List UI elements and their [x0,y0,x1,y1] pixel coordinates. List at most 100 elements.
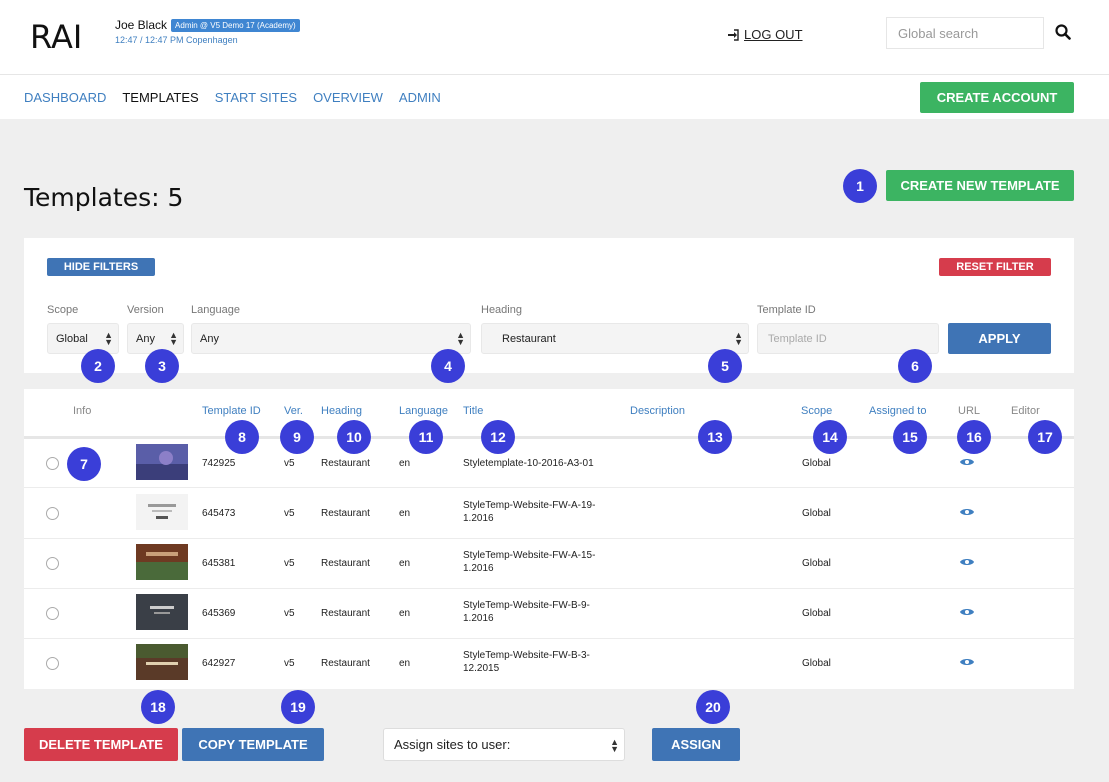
cell-title: StyleTemp-Website-FW-A-19- [463,500,596,511]
nav-dashboard[interactable]: DASHBOARD [24,90,106,105]
annotation-marker: 7 [67,447,101,481]
template-id-label: Template ID [757,304,816,316]
apply-button[interactable]: APPLY [948,323,1051,354]
row-radio[interactable] [46,457,59,470]
row-divider [24,588,1074,589]
cell-scope: Global [802,508,831,519]
cell-title: StyleTemp-Website-FW-B-9- [463,600,590,611]
row-divider [24,538,1074,539]
annotation-marker: 16 [957,420,991,454]
nav-templates[interactable]: TEMPLATES [122,90,198,105]
chevron-updown-icon: ▲ ▼ [169,330,178,347]
annotation-marker: 10 [337,420,371,454]
delete-template-button[interactable]: DELETE TEMPLATE [24,728,178,761]
cell-version: v5 [284,458,295,469]
col-version[interactable]: Ver. [284,405,303,417]
annotation-marker: 6 [898,349,932,383]
cell-heading: Restaurant [321,558,370,569]
nav-start-sites[interactable]: START SITES [215,90,297,105]
cell-title-line2: 1.2016 [463,513,494,524]
col-title[interactable]: Title [463,405,483,417]
eye-icon[interactable] [960,657,974,667]
logout-label: LOG OUT [744,27,803,42]
template-thumbnail[interactable] [136,544,188,580]
cell-heading: Restaurant [321,458,370,469]
reset-filter-button[interactable]: RESET FILTER [939,258,1051,276]
col-editor: Editor [1011,405,1040,417]
user-info: Joe Black Admin @ V5 Demo 17 (Academy) 12… [115,18,300,45]
language-value: Any [200,332,219,345]
scope-label: Scope [47,304,79,316]
scope-select[interactable]: Global ▲ ▼ [47,323,119,354]
annotation-marker: 9 [280,420,314,454]
sign-out-icon [728,28,739,41]
template-thumbnail[interactable] [136,594,188,630]
search-icon[interactable] [1055,24,1071,40]
eye-icon[interactable] [960,607,974,617]
annotation-marker: 5 [708,349,742,383]
version-label: Version [127,304,164,316]
col-url: URL [958,405,981,417]
assign-button[interactable]: ASSIGN [652,728,740,761]
eye-icon[interactable] [960,457,974,467]
version-value: Any [136,332,155,345]
cell-template-id: 645381 [202,558,236,569]
cell-scope: Global [802,558,831,569]
cell-heading: Restaurant [321,658,370,669]
template-thumbnail[interactable] [136,444,188,480]
eye-icon[interactable] [960,557,974,567]
annotation-marker: 4 [431,349,465,383]
annotation-marker: 17 [1028,420,1062,454]
nav-admin[interactable]: ADMIN [399,90,441,105]
cell-scope: Global [802,458,831,469]
heading-select[interactable]: Restaurant ▲ ▼ [481,323,749,354]
annotation-marker: 18 [141,690,175,724]
cell-version: v5 [284,658,295,669]
cell-template-id: 645369 [202,608,236,619]
global-search-input[interactable]: Global search [886,17,1044,49]
col-description[interactable]: Description [630,405,685,417]
cell-heading: Restaurant [321,508,370,519]
annotation-marker: 12 [481,420,515,454]
main-nav: DASHBOARD TEMPLATES START SITES OVERVIEW… [24,90,441,105]
assign-select-value: Assign sites to user: [394,737,511,752]
create-account-button[interactable]: CREATE ACCOUNT [920,82,1074,113]
row-radio[interactable] [46,557,59,570]
annotation-marker: 19 [281,690,315,724]
eye-icon[interactable] [960,507,974,517]
col-assigned-to[interactable]: Assigned to [869,405,926,417]
cell-title: StyleTemp-Website-FW-B-3- [463,650,590,661]
annotation-marker: 3 [145,349,179,383]
logout-link[interactable]: LOG OUT [727,27,803,42]
template-thumbnail[interactable] [136,644,188,680]
cell-template-id: 642927 [202,658,236,669]
nav-overview[interactable]: OVERVIEW [313,90,383,105]
col-scope[interactable]: Scope [801,405,832,417]
col-heading[interactable]: Heading [321,405,362,417]
cell-template-id: 742925 [202,458,236,469]
heading-label: Heading [481,304,522,316]
row-radio[interactable] [46,607,59,620]
cell-title: Styletemplate-10-2016-A3-01 [463,458,594,469]
col-language[interactable]: Language [399,405,448,417]
annotation-marker: 11 [409,420,443,454]
copy-template-button[interactable]: COPY TEMPLATE [182,728,324,761]
logo[interactable]: RAI [30,18,82,56]
chevron-updown-icon: ▲ ▼ [734,330,743,347]
cell-scope: Global [802,658,831,669]
cell-title-line2: 1.2016 [463,563,494,574]
language-select[interactable]: Any ▲ ▼ [191,323,471,354]
language-label: Language [191,304,240,316]
cell-language: en [399,508,411,519]
chevron-updown-icon: ▲ ▼ [456,330,465,347]
user-time: 12:47 / 12:47 PM Copenhagen [115,35,238,45]
template-thumbnail[interactable] [136,494,188,530]
col-template-id[interactable]: Template ID [202,405,261,417]
hide-filters-button[interactable]: HIDE FILTERS [47,258,155,276]
cell-title: StyleTemp-Website-FW-A-15- [463,550,596,561]
assign-user-select[interactable]: Assign sites to user: ▲ ▼ [383,728,625,761]
row-radio[interactable] [46,657,59,670]
row-radio[interactable] [46,507,59,520]
create-new-template-button[interactable]: CREATE NEW TEMPLATE [886,170,1074,201]
user-name: Joe Black [115,18,168,32]
